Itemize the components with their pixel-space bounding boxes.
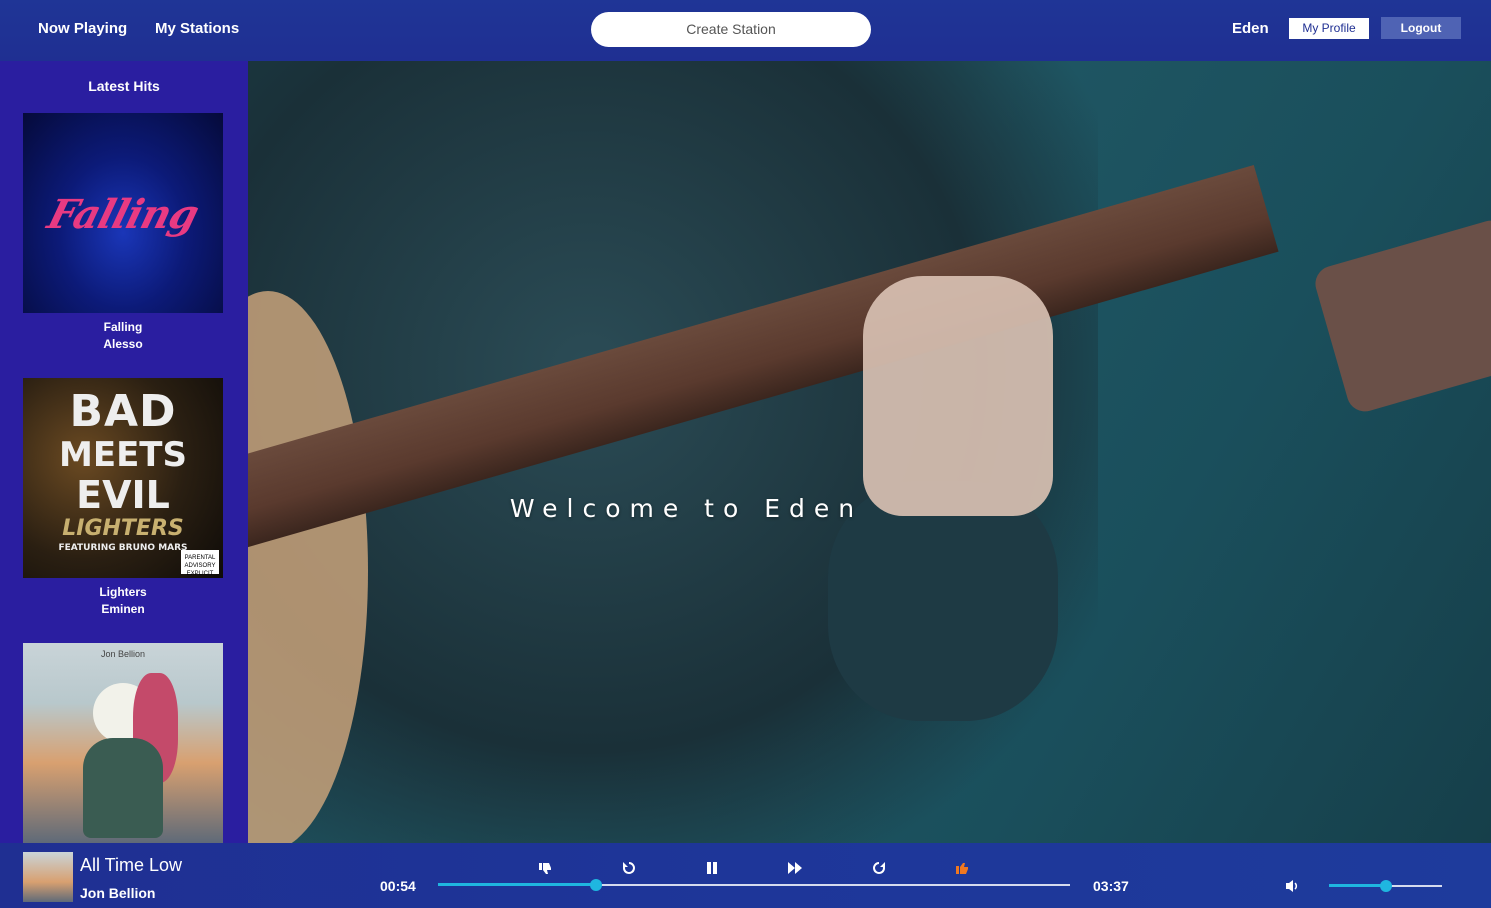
progress-knob[interactable] (590, 879, 602, 891)
volume-slider[interactable] (1329, 880, 1442, 892)
hit-item-falling[interactable]: Falling Falling Alesso (23, 113, 223, 353)
latest-hits-sidebar: Latest Hits Falling Falling Alesso BAD M… (0, 61, 248, 843)
volume-icon[interactable] (1285, 878, 1301, 894)
current-time: 00:54 (380, 878, 416, 894)
now-playing-artist: Jon Bellion (80, 885, 156, 901)
thumbs-down-icon[interactable] (536, 859, 554, 877)
nav-my-stations[interactable]: My Stations (155, 20, 239, 37)
volume-knob[interactable] (1379, 880, 1392, 892)
hit-item-lighters[interactable]: BAD MEETS EVIL LIGHTERS FEATURING BRUNO … (23, 378, 223, 618)
cover-text: BAD MEETS EVIL LIGHTERS FEATURING BRUNO … (58, 386, 188, 553)
top-nav: Now Playing My Stations Create Station E… (0, 0, 1491, 61)
nav-now-playing[interactable]: Now Playing (38, 20, 127, 37)
parental-advisory-label: PARENTAL ADVISORY EXPLICIT CONTENT (181, 550, 219, 577)
sidebar-title: Latest Hits (88, 78, 160, 94)
username-label: Eden (1232, 20, 1269, 37)
replay-icon[interactable] (620, 859, 638, 877)
redo-icon[interactable] (870, 859, 888, 877)
thumbs-up-icon[interactable] (953, 859, 971, 877)
hit-item-jon-bellion[interactable]: Jon Bellion (23, 643, 223, 843)
player-bar: All Time Low Jon Bellion 00:54 03:37 (0, 843, 1491, 908)
hit-title: Falling (103, 320, 143, 334)
hero-image (248, 61, 1491, 843)
fast-forward-icon[interactable] (786, 859, 804, 877)
logout-button[interactable]: Logout (1381, 17, 1461, 39)
cover-text: Falling (42, 191, 204, 238)
hit-title: Lighters (99, 585, 147, 599)
volume-fill (1329, 884, 1386, 887)
duration: 03:37 (1093, 878, 1129, 894)
album-cover[interactable]: Jon Bellion (23, 643, 223, 843)
hit-artist: Eminen (101, 602, 145, 616)
progress-slider[interactable] (438, 879, 1070, 891)
now-playing-cover[interactable] (23, 852, 73, 902)
progress-fill (438, 883, 596, 886)
album-cover[interactable]: BAD MEETS EVIL LIGHTERS FEATURING BRUNO … (23, 378, 223, 578)
now-playing-title: All Time Low (80, 855, 183, 875)
album-cover[interactable]: Falling (23, 113, 223, 313)
hit-artist: Alesso (103, 337, 143, 351)
welcome-heading: Welcome to Eden (509, 494, 864, 523)
pause-icon[interactable] (703, 859, 721, 877)
my-profile-button[interactable]: My Profile (1289, 18, 1369, 39)
cover-text: Jon Bellion (100, 649, 146, 659)
create-station-button[interactable]: Create Station (591, 12, 871, 47)
